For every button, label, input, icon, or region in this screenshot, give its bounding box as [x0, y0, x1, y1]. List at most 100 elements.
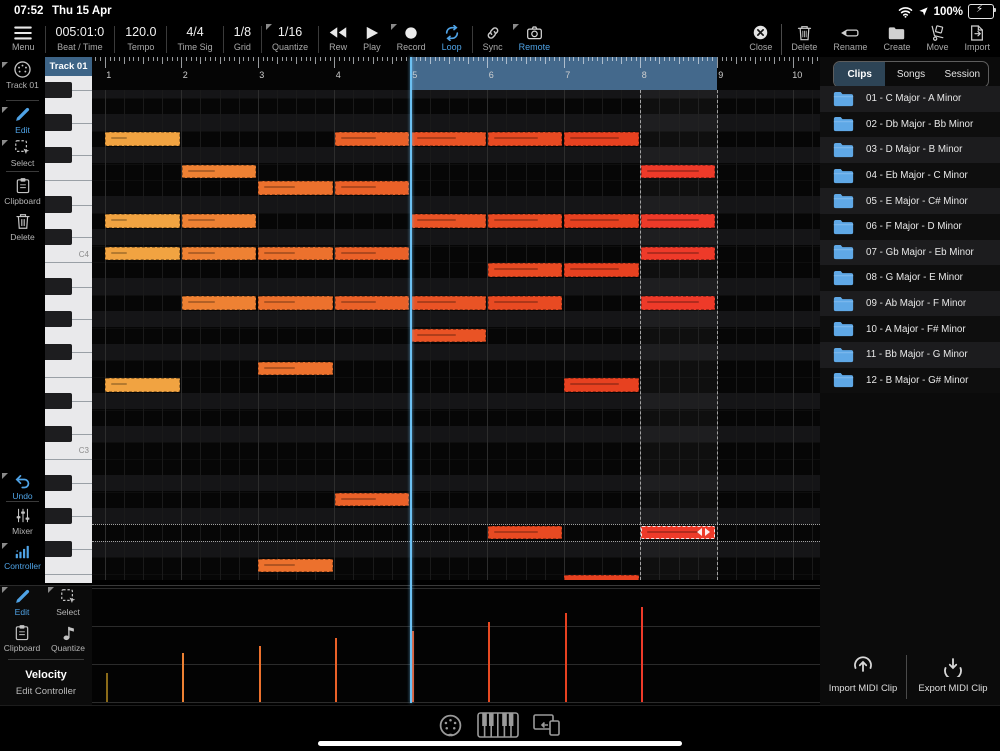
piano-key-black[interactable] — [45, 393, 72, 410]
sidebar-item-controller[interactable]: Controller — [0, 541, 45, 571]
piano-key-black[interactable] — [45, 114, 72, 131]
midi-note[interactable] — [334, 493, 410, 507]
piano-keyboard[interactable]: C4 C3 — [45, 76, 92, 583]
piano-key-black[interactable] — [45, 507, 72, 525]
midi-note[interactable] — [640, 165, 716, 179]
midi-note[interactable] — [487, 214, 563, 228]
controller-quantize-button[interactable]: Quantize — [46, 623, 90, 653]
piano-key-black[interactable] — [45, 196, 72, 213]
sidebar-item-delete[interactable]: Delete — [0, 212, 45, 242]
move-clip-button[interactable]: Move — [918, 22, 956, 57]
midi-note[interactable] — [334, 132, 410, 146]
midi-note[interactable] — [334, 247, 410, 261]
piano-roll-grid[interactable] — [92, 90, 820, 580]
midi-note[interactable] — [640, 247, 716, 261]
midi-note[interactable] — [105, 247, 180, 261]
tempo-field[interactable]: 120.0 Tempo — [117, 22, 164, 57]
clip-list-item[interactable]: 08 - G Major - E Minor — [820, 265, 1000, 291]
sidebar-item-clipboard[interactable]: Clipboard — [0, 176, 45, 206]
play-button[interactable]: Play — [355, 22, 389, 57]
resize-handle-left[interactable] — [697, 528, 703, 537]
record-button[interactable]: Record — [389, 22, 434, 57]
midi-din-icon[interactable] — [438, 713, 463, 738]
clip-list-item[interactable]: 07 - Gb Major - Eb Minor — [820, 239, 1000, 266]
midi-note[interactable] — [564, 378, 639, 392]
clip-list-item[interactable]: 02 - Db Major - Bb Minor — [820, 111, 1000, 138]
clip-list-item[interactable]: 03 - D Major - B Minor — [820, 137, 1000, 163]
playhead[interactable] — [409, 57, 412, 703]
sidebar-item-mixer[interactable]: Mixer — [0, 506, 45, 536]
clip-list-item[interactable]: 06 - F Major - D Minor — [820, 214, 1000, 240]
clip-list-item[interactable]: 04 - Eb Major - C Minor — [820, 162, 1000, 189]
velocity-stem[interactable] — [335, 638, 338, 702]
delete-clip-button[interactable]: Delete — [783, 22, 825, 57]
rename-clip-button[interactable]: Rename — [825, 22, 875, 57]
piano-key-black[interactable] — [45, 475, 72, 492]
midi-note[interactable] — [640, 214, 716, 228]
midi-note[interactable] — [411, 329, 486, 343]
velocity-stem[interactable] — [488, 622, 491, 702]
rewind-button[interactable]: Rew — [321, 22, 355, 57]
sync-button[interactable]: Sync — [475, 22, 511, 57]
sidebar-item-track[interactable]: Track 01 — [0, 60, 45, 90]
device-sync-icon[interactable] — [532, 712, 563, 738]
midi-note[interactable] — [411, 214, 486, 228]
velocity-stem[interactable] — [564, 613, 567, 702]
midi-note[interactable] — [564, 132, 639, 146]
sidebar-item-select[interactable]: Select — [0, 138, 45, 168]
midi-note[interactable] — [564, 214, 639, 228]
piano-key-black[interactable] — [45, 343, 72, 361]
beat-time-field[interactable]: 005:01:0 Beat / Time — [48, 22, 113, 57]
velocity-lane[interactable] — [92, 585, 820, 704]
track-tab[interactable]: Track 01 — [45, 57, 92, 76]
midi-note[interactable] — [487, 263, 563, 277]
controller-clipboard-button[interactable]: Clipboard — [0, 623, 44, 653]
create-folder-button[interactable]: Create — [875, 22, 918, 57]
midi-note[interactable] — [258, 296, 333, 310]
velocity-stem[interactable] — [182, 653, 185, 702]
piano-key-black[interactable] — [45, 81, 72, 98]
import-midi-clip-button[interactable]: Import MIDI Clip — [820, 652, 906, 696]
velocity-stem[interactable] — [641, 607, 644, 702]
midi-note[interactable] — [564, 575, 639, 580]
remote-button[interactable]: Remote — [511, 22, 559, 57]
clip-list-item[interactable]: 09 - Ab Major - F Minor — [820, 290, 1000, 317]
clip-list-item[interactable]: 05 - E Major - C# Minor — [820, 188, 1000, 214]
clip-list-item[interactable]: 01 - C Major - A Minor — [820, 86, 1000, 112]
midi-note[interactable] — [640, 296, 716, 310]
clip-list-item[interactable]: 11 - Bb Major - G Minor — [820, 342, 1000, 368]
quantize-field[interactable]: 1/16 Quantize — [264, 22, 316, 57]
midi-note[interactable] — [487, 132, 563, 146]
timeline-ruler[interactable]: 1 2 3 4 5 6 7 8 9 10 — [92, 57, 820, 90]
keyboard-icon[interactable] — [476, 712, 519, 738]
grid-field[interactable]: 1/8 Grid — [226, 22, 259, 57]
piano-key-black[interactable] — [45, 147, 72, 164]
clip-list-item[interactable]: 12 - B Major - G# Minor — [820, 367, 1000, 394]
midi-note[interactable] — [105, 214, 180, 228]
time-sig-field[interactable]: 4/4 Time Sig — [169, 22, 220, 57]
sidebar-item-edit[interactable]: Edit — [0, 105, 45, 135]
velocity-stem[interactable] — [411, 631, 414, 702]
piano-key-black[interactable] — [45, 229, 72, 246]
controller-select-button[interactable]: Select — [46, 587, 90, 617]
midi-note[interactable] — [334, 296, 410, 310]
tab-songs[interactable]: Songs — [885, 62, 936, 87]
home-indicator[interactable] — [318, 741, 682, 746]
sidebar-item-undo[interactable]: Undo — [0, 471, 45, 501]
tab-session[interactable]: Session — [937, 62, 988, 87]
menu-button[interactable]: Menu — [0, 22, 43, 57]
midi-note[interactable] — [258, 558, 333, 572]
close-button[interactable]: Close — [741, 22, 780, 57]
midi-note[interactable] — [258, 247, 333, 261]
loop-button[interactable]: Loop — [434, 22, 470, 57]
velocity-stem[interactable] — [105, 673, 108, 702]
tab-clips[interactable]: Clips — [834, 62, 886, 87]
velocity-stem[interactable] — [258, 646, 261, 702]
midi-note[interactable] — [411, 296, 486, 310]
midi-note[interactable] — [640, 525, 716, 540]
export-midi-clip-button[interactable]: Export MIDI Clip — [910, 652, 996, 696]
midi-note[interactable] — [564, 263, 639, 277]
import-clip-button[interactable]: Import — [956, 22, 1000, 57]
midi-note[interactable] — [181, 247, 257, 261]
piano-key-black[interactable] — [45, 278, 72, 295]
